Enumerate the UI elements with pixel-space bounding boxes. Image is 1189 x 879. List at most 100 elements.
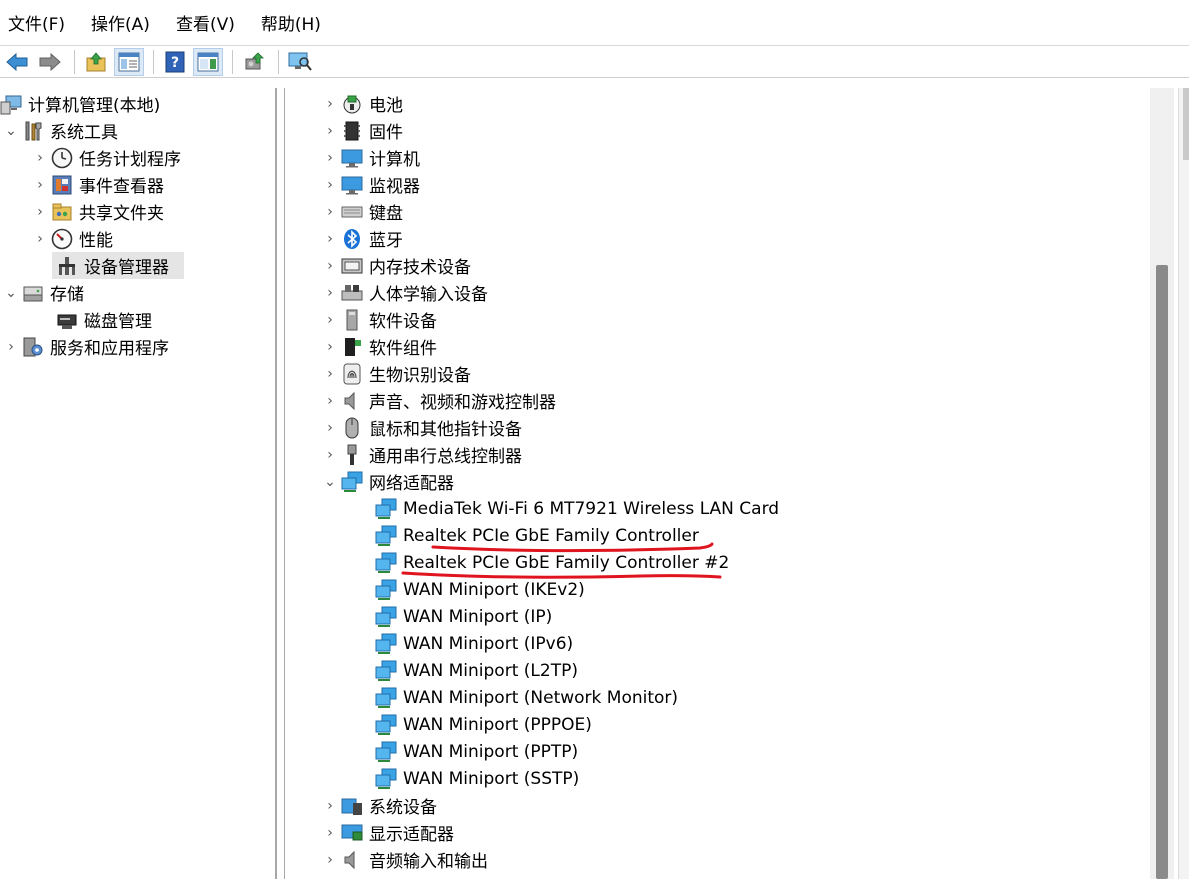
device-category[interactable]: › 人体学输入设备 [323, 279, 488, 306]
device-label: 鼠标和其他指针设备 [369, 420, 522, 440]
navigation-tree-pane: 计算机管理(本地) ⌄ 系统工具 › 任务计划程序 › 事件查看器 › 共享文件… [0, 88, 277, 879]
device-label: 显示适配器 [369, 825, 454, 845]
tree-item-task-scheduler[interactable]: › 任务计划程序 [33, 144, 181, 171]
chevron-right-icon[interactable]: › [323, 825, 337, 841]
menu-view[interactable]: 查看(V) [174, 8, 237, 37]
device-label: WAN Miniport (PPPOE) [403, 714, 592, 735]
network-adapter-icon [375, 498, 397, 520]
device-category-network-adapters[interactable]: ⌄ 网络适配器 [323, 468, 454, 495]
scrollbar-thumb[interactable] [1156, 265, 1168, 879]
device-label: 蓝牙 [369, 231, 403, 251]
chevron-down-icon[interactable]: ⌄ [323, 474, 337, 490]
tree-item-computer-management[interactable]: 计算机管理(本地) [0, 90, 160, 117]
device-category[interactable]: › 固件 [323, 117, 403, 144]
device-category[interactable]: › 通用串行总线控制器 [323, 441, 522, 468]
help-button[interactable]: ? [160, 48, 190, 76]
chevron-right-icon[interactable]: › [323, 852, 337, 868]
chevron-right-icon[interactable]: › [323, 177, 337, 193]
menu-help[interactable]: 帮助(H) [259, 8, 323, 37]
device-category[interactable]: › 生物识别设备 [323, 360, 471, 387]
chevron-right-icon[interactable]: › [323, 366, 337, 382]
chevron-down-icon[interactable]: ⌄ [4, 285, 18, 301]
device-label: 计算机 [369, 150, 420, 170]
network-adapter-icon [375, 714, 397, 736]
network-adapter-item[interactable]: Realtek PCIe GbE Family Controller [371, 522, 699, 549]
chevron-right-icon[interactable]: › [323, 285, 337, 301]
chevron-right-icon[interactable]: › [33, 150, 47, 166]
chevron-right-icon[interactable]: › [323, 393, 337, 409]
network-adapter-item[interactable]: MediaTek Wi-Fi 6 MT7921 Wireless LAN Car… [371, 495, 779, 522]
menu-action[interactable]: 操作(A) [89, 8, 152, 37]
up-folder-button[interactable] [81, 48, 111, 76]
chevron-right-icon[interactable]: › [33, 204, 47, 220]
chevron-right-icon[interactable]: › [323, 96, 337, 112]
chevron-right-icon[interactable]: › [323, 312, 337, 328]
network-adapter-item[interactable]: WAN Miniport (IKEv2) [371, 576, 585, 603]
device-category[interactable]: › 鼠标和其他指针设备 [323, 414, 522, 441]
network-adapter-item[interactable]: WAN Miniport (Network Monitor) [371, 684, 678, 711]
network-adapter-icon [375, 606, 397, 628]
chevron-right-icon[interactable]: › [323, 447, 337, 463]
network-adapter-item[interactable]: WAN Miniport (L2TP) [371, 657, 578, 684]
tree-item-disk-management[interactable]: 磁盘管理 [52, 306, 152, 333]
device-category[interactable]: › 键盘 [323, 198, 403, 225]
network-adapter-item[interactable]: WAN Miniport (IPv6) [371, 630, 573, 657]
tree-item-event-viewer[interactable]: › 事件查看器 [33, 171, 164, 198]
device-category[interactable]: › 蓝牙 [323, 225, 403, 252]
chevron-right-icon[interactable]: › [323, 150, 337, 166]
tree-item-storage[interactable]: ⌄ 存储 [4, 279, 84, 306]
chevron-right-icon[interactable]: › [323, 420, 337, 436]
tree-item-system-tools[interactable]: ⌄ 系统工具 [4, 117, 118, 144]
chevron-right-icon[interactable]: › [323, 123, 337, 139]
tree-item-performance[interactable]: › 性能 [33, 225, 113, 252]
computer-icon [341, 147, 363, 169]
device-category[interactable]: › 监视器 [323, 171, 420, 198]
chevron-right-icon[interactable]: › [323, 231, 337, 247]
show-hide-tree-icon [118, 52, 140, 71]
properties-button[interactable] [193, 47, 223, 76]
update-driver-button[interactable] [239, 48, 269, 76]
device-label: 软件设备 [369, 312, 437, 332]
chevron-right-icon[interactable]: › [323, 798, 337, 814]
device-category[interactable]: › 内存技术设备 [323, 252, 471, 279]
outer-scrollbar[interactable] [1178, 88, 1189, 879]
chevron-right-icon[interactable]: › [4, 339, 18, 355]
performance-icon [51, 228, 73, 250]
network-adapter-item[interactable]: WAN Miniport (PPPOE) [371, 711, 592, 738]
biometric-icon [341, 363, 363, 385]
device-list-pane: › 电池 › 固件 › 计算机 › 监视器 › 键盘 › 蓝牙 › 内存技术设备 › 人体学输入设备 › 软件设备… [284, 88, 1174, 879]
device-category[interactable]: › 显示适配器 [323, 819, 454, 846]
device-category[interactable]: › 计算机 [323, 144, 420, 171]
network-adapter-item[interactable]: WAN Miniport (IP) [371, 603, 552, 630]
network-adapter-item[interactable]: Realtek PCIe GbE Family Controller #2 [371, 549, 729, 576]
tree-item-label: 事件查看器 [79, 177, 164, 197]
device-category[interactable]: › 软件组件 [323, 333, 437, 360]
chevron-right-icon[interactable]: › [33, 177, 47, 193]
device-category[interactable]: › 声音、视频和游戏控制器 [323, 387, 556, 414]
clock-icon [51, 147, 73, 169]
menu-file[interactable]: 文件(F) [6, 8, 67, 37]
scan-hardware-button[interactable] [285, 48, 315, 76]
show-hide-tree-button[interactable] [114, 47, 144, 76]
device-label: 内存技术设备 [369, 258, 471, 278]
forward-icon [39, 52, 61, 71]
chevron-right-icon[interactable]: › [323, 204, 337, 220]
device-category[interactable]: › 电池 [323, 90, 403, 117]
outer-scrollbar-thumb[interactable] [1183, 88, 1189, 160]
chevron-right-icon[interactable]: › [33, 231, 47, 247]
device-category[interactable]: › 软件设备 [323, 306, 437, 333]
network-adapter-item[interactable]: WAN Miniport (PPTP) [371, 738, 578, 765]
device-category[interactable]: › 系统设备 [323, 792, 437, 819]
chevron-right-icon[interactable]: › [323, 258, 337, 274]
forward-button[interactable] [35, 48, 65, 76]
network-adapter-icon [375, 552, 397, 574]
back-button[interactable] [2, 48, 32, 76]
chevron-down-icon[interactable]: ⌄ [4, 123, 18, 139]
tree-item-device-manager[interactable]: 设备管理器 [52, 252, 184, 279]
tree-item-shared-folders[interactable]: › 共享文件夹 [33, 198, 164, 225]
chevron-right-icon[interactable]: › [323, 339, 337, 355]
network-adapter-item[interactable]: WAN Miniport (SSTP) [371, 765, 579, 792]
device-category[interactable]: › 音频输入和输出 [323, 846, 488, 873]
tree-item-services-applications[interactable]: › 服务和应用程序 [4, 333, 169, 360]
back-icon [6, 52, 28, 71]
